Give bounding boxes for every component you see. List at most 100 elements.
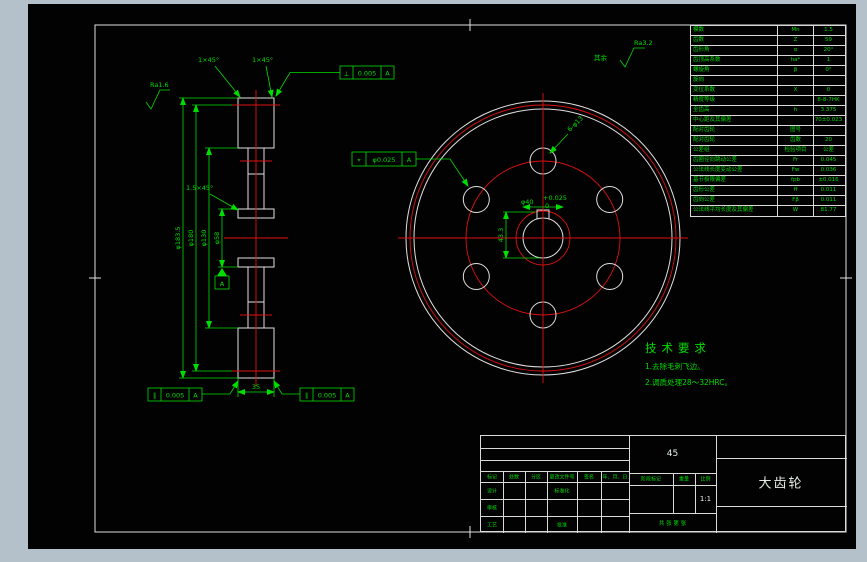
param-label: 模数 (693, 27, 705, 33)
scale-value: 1:1 (699, 495, 712, 503)
sig-approve: 批准 (556, 522, 568, 528)
param-row: 全齿高 h 3.375 (691, 106, 845, 116)
roughness-other-icon: 其余 Ra3.2 (594, 39, 653, 68)
tol-top-symbol: ⟂ (344, 70, 349, 78)
chamfer-label-1: 1×45° (198, 56, 219, 64)
chamfer-label-3: 1.5×45° (186, 184, 213, 192)
param-value: 0 (813, 86, 843, 95)
tech-req-title: 技术要求 (645, 341, 711, 355)
param-symbol: X (777, 86, 813, 95)
datum-a-symbol: A (214, 268, 230, 290)
gear-parameter-table: 模数 Mn 1.5 齿数 Z 59 齿形角 α 20° 齿顶高系数 ha* 1 螺旋角 β 0° 旋… (690, 25, 846, 217)
param-label: 精度等级 (693, 97, 716, 103)
param-label: 变位系数 (693, 87, 716, 93)
stage-mark-label: 阶段标记 (640, 476, 662, 483)
param-label: 基节极限偏差 (693, 177, 727, 183)
rev-header-count: 处数 (508, 474, 520, 480)
param-label: 配对齿轮 (693, 137, 716, 143)
param-label: 齿形公差 (693, 187, 716, 193)
param-label: 齿形角 (693, 47, 710, 53)
technical-requirements: 技术要求 1.去除毛刺飞边。 2.调质处理28～32HRC。 (645, 340, 732, 389)
param-row: 公法线长度变动公差 Fw 0.036 (691, 166, 845, 176)
param-symbol (777, 96, 813, 105)
param-row: 模数 Mn 1.5 (691, 26, 845, 36)
param-row: 齿数 Z 59 (691, 36, 845, 46)
param-row: 齿形公差 ff 0.011 (691, 186, 845, 196)
param-symbol: Fr (777, 156, 813, 165)
tol-br-symbol: ∥ (305, 392, 308, 400)
roughness-other-value: Ra3.2 (634, 39, 653, 47)
param-value (813, 126, 843, 135)
param-value: 0.011 (813, 186, 843, 195)
param-value: 公差 (813, 146, 843, 155)
param-symbol (777, 116, 813, 125)
param-symbol: Fβ (777, 196, 813, 205)
rev-header-zone: 分区 (530, 474, 542, 480)
param-row: 精度等级 8-8-7HK (691, 96, 845, 106)
front-dimensions: φ40 +0.025 0 43.3 6-φ13 (497, 114, 585, 259)
dim-tip-diameter: φ183.5 (174, 227, 182, 250)
dim-bore: φ40 (521, 198, 534, 206)
param-symbol: Z (777, 36, 813, 45)
param-symbol: Mn (777, 26, 813, 35)
dim-face-width: 35 (252, 383, 260, 391)
tolerance-frame-bottom-left: ∥ 0.005 A (147, 380, 239, 402)
param-row: 基节极限偏差 fpb ±0.016 (691, 176, 845, 186)
param-row: 变位系数 X 0 (691, 86, 845, 96)
param-value: 0.036 (813, 166, 843, 175)
param-value: 3.375 (813, 106, 843, 115)
param-label: 旋向 (693, 77, 705, 83)
param-label: 公法线长度变动公差 (693, 167, 743, 173)
param-symbol: 齿数 (777, 136, 813, 145)
dim-bore-tol-upper: +0.025 (543, 194, 567, 202)
param-label: 齿顶高系数 (693, 57, 721, 63)
tol-bl-value: 0.005 (166, 392, 185, 400)
material-label: 45 (666, 449, 679, 459)
tech-req-item: 2.调质处理28～32HRC。 (645, 378, 732, 388)
dim-pitch-diameter: φ180 (187, 230, 195, 247)
param-label: 齿向公差 (693, 197, 716, 203)
param-value: 81.77 (813, 206, 843, 216)
tolerance-frame-top: ⟂ 0.005 A (275, 65, 395, 97)
tol-top-value: 0.005 (358, 70, 377, 78)
param-symbol (777, 76, 813, 85)
tol-pos-datum: A (407, 156, 412, 164)
param-value: 1 (813, 56, 843, 65)
tol-bl-datum: A (193, 392, 198, 400)
dim-rim-diameter: φ130 (200, 230, 208, 247)
param-value: 59 (813, 36, 843, 45)
param-row: 齿顶高系数 ha* 1 (691, 56, 845, 66)
tech-req-item: 1.去除毛刺飞边。 (645, 362, 705, 371)
param-value: 20° (813, 46, 843, 55)
sig-design: 设计 (486, 488, 498, 494)
sig-standard: 标准化 (554, 488, 570, 494)
param-row: 齿形角 α 20° (691, 46, 845, 56)
param-value: 70±0.023 (813, 116, 843, 125)
param-row: 中心距及其偏差 70±0.023 (691, 116, 845, 126)
tol-top-datum: A (385, 70, 390, 78)
weight-label: 重量 (678, 476, 690, 483)
param-value: 20 (813, 136, 843, 145)
param-symbol: 检验项目 (777, 146, 813, 155)
dim-bore-tol-lower: 0 (545, 202, 549, 210)
tol-pos-symbol: ⌖ (357, 156, 361, 164)
tol-pos-value: φ0.025 (373, 156, 396, 164)
dim-keyway: 43.3 (497, 228, 505, 242)
part-name: 大齿轮 (758, 476, 804, 492)
tol-bl-symbol: ∥ (153, 392, 156, 400)
param-row: 齿向公差 Fβ 0.011 (691, 196, 845, 206)
rev-header-docno: 更改文件号 (549, 474, 575, 480)
rev-header-sign: 签名 (583, 474, 595, 480)
sig-craft: 工艺 (486, 522, 498, 528)
param-symbol: ha* (777, 56, 813, 65)
param-value: 0.045 (813, 156, 843, 165)
param-symbol: β (777, 66, 813, 75)
sheets-label: 共 张 第 张 (658, 521, 687, 527)
roughness-other-label: 其余 (594, 53, 608, 62)
param-row: 配对齿轮 齿数 20 (691, 136, 845, 146)
param-value: 8-8-7HK (813, 96, 843, 105)
roughness-marks: Ra1.6 其余 Ra3.2 (145, 39, 653, 110)
scale-label: 比例 (700, 476, 711, 483)
param-value: 1.5 (813, 26, 843, 35)
roughness-icon: Ra1.6 (145, 81, 170, 110)
